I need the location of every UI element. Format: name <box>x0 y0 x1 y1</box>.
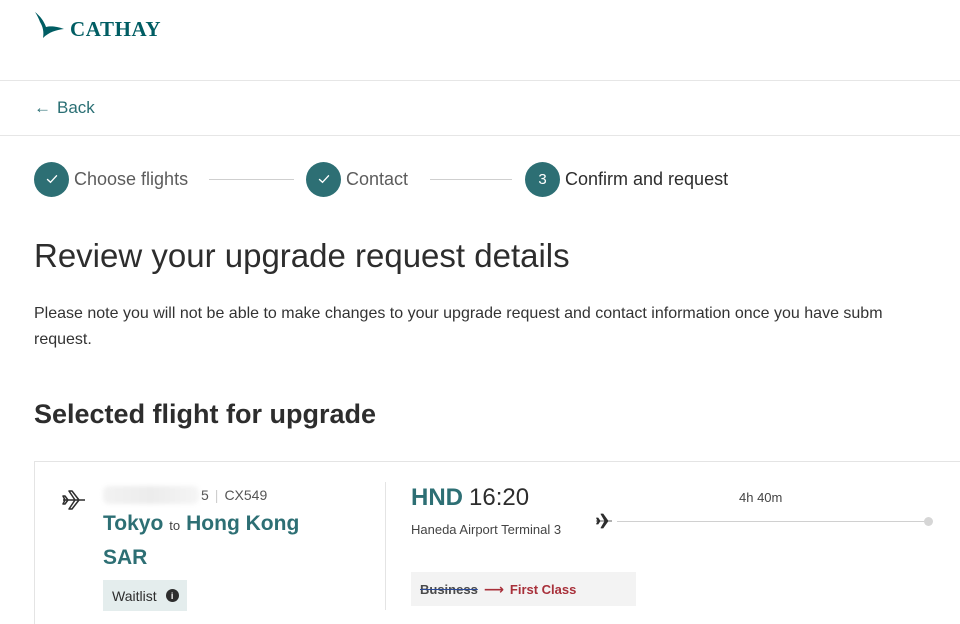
timeline-end-dot <box>924 517 933 526</box>
arrow-right-icon: ⟶ <box>483 580 504 597</box>
check-icon <box>34 161 69 197</box>
departure-time: 16:20 <box>469 484 530 511</box>
arrow-left-icon: ← <box>34 98 51 117</box>
brand-name: CATHAY <box>70 17 162 41</box>
status-label: Waitlist <box>112 587 157 604</box>
back-bar: ← Back <box>0 82 960 136</box>
back-link[interactable]: ← Back <box>34 98 95 118</box>
upgrade-cabin: First Class <box>509 581 577 597</box>
origin-city: Tokyo <box>103 512 164 535</box>
back-label: Back <box>57 98 95 117</box>
redacted-date <box>103 486 199 504</box>
departure-code: HND <box>411 484 463 511</box>
step-label: Contact <box>346 168 409 189</box>
airplane-icon <box>596 513 612 529</box>
departure-info: HND 16:20 <box>411 484 529 512</box>
page-title: Review your upgrade request details <box>34 237 570 274</box>
step-choose-flights: Choose flights <box>34 161 188 197</box>
flight-meta: 5 | CX549 <box>103 486 267 504</box>
check-icon <box>306 161 341 197</box>
note-line: request. <box>34 331 92 348</box>
flight-timeline <box>595 512 935 532</box>
progress-stepper: Choose flights Contact 3 Confirm and req… <box>34 161 960 197</box>
to-word: to <box>169 518 181 533</box>
cabin-upgrade: Business ⟶ First Class <box>411 572 636 606</box>
step-number: 3 <box>525 161 560 197</box>
current-cabin: Business <box>420 581 478 597</box>
step-confirm-and-request: 3 Confirm and request <box>525 161 728 197</box>
section-title: Selected flight for upgrade <box>34 399 377 429</box>
note-line: Please note you will not be able to make… <box>34 305 883 322</box>
meta-partial: 5 <box>201 487 209 503</box>
info-icon[interactable]: i <box>165 589 179 602</box>
brushwing-logo-icon <box>35 12 64 38</box>
upgrade-note: Please note you will not be able to make… <box>34 301 960 353</box>
waitlist-badge: Waitlist i <box>103 580 187 611</box>
airplane-icon <box>62 490 85 510</box>
flight-number: CX549 <box>224 487 268 503</box>
step-label: Confirm and request <box>565 168 729 189</box>
step-connector <box>430 179 512 180</box>
step-contact: Contact <box>306 161 408 197</box>
timeline-line <box>617 521 927 522</box>
step-connector <box>209 179 294 180</box>
flight-card: 5 | CX549 Tokyo to Hong Kong SAR Waitlist … <box>34 461 960 624</box>
cathay-logo[interactable]: CATHAY <box>34 8 161 42</box>
card-divider <box>385 482 386 610</box>
separator: | <box>214 487 219 503</box>
step-label: Choose flights <box>74 168 189 189</box>
flight-duration: 4h 40m <box>739 490 783 505</box>
site-header: CATHAY <box>0 0 960 81</box>
departure-airport: Haneda Airport Terminal 3 <box>411 522 562 537</box>
flight-route: Tokyo to Hong Kong SAR <box>103 508 343 574</box>
